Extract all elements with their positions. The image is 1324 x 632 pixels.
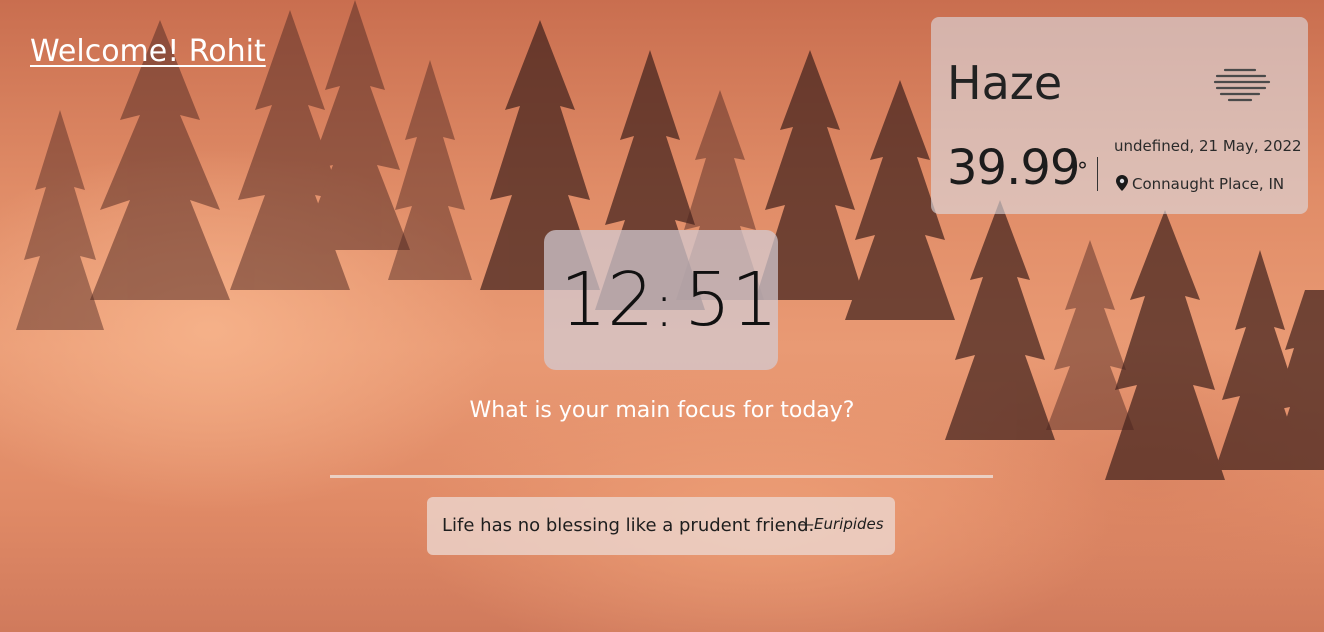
clock-minutes: 51 bbox=[684, 257, 779, 343]
weather-location: Connaught Place, IN bbox=[1132, 175, 1285, 193]
quote-author: —Euripides bbox=[799, 515, 884, 533]
degree-symbol: ° bbox=[1077, 159, 1088, 184]
weather-date: undefined, 21 May, 2022 bbox=[1114, 137, 1302, 155]
weather-divider bbox=[1097, 157, 1098, 191]
focus-input[interactable] bbox=[330, 446, 993, 478]
map-pin-icon bbox=[1116, 175, 1128, 191]
weather-widget: Haze 39.99 ° undefined, 21 May, 2022 Con… bbox=[931, 17, 1308, 214]
temperature-value: 39.99 bbox=[947, 140, 1080, 196]
focus-question: What is your main focus for today? bbox=[469, 398, 855, 423]
quote-card: Life has no blessing like a prudent frie… bbox=[427, 497, 895, 555]
weather-condition: Haze bbox=[947, 56, 1063, 110]
clock-widget: 12 : 51 bbox=[544, 230, 778, 370]
welcome-greeting-link[interactable]: Welcome! Rohit bbox=[30, 34, 266, 69]
quote-text: Life has no blessing like a prudent frie… bbox=[442, 515, 815, 536]
haze-icon bbox=[1213, 68, 1271, 102]
clock-hours: 12 bbox=[560, 257, 655, 343]
page: { "greeting": { "text": "Welcome! Rohit"… bbox=[0, 0, 1324, 632]
clock-separator: : bbox=[654, 271, 675, 341]
